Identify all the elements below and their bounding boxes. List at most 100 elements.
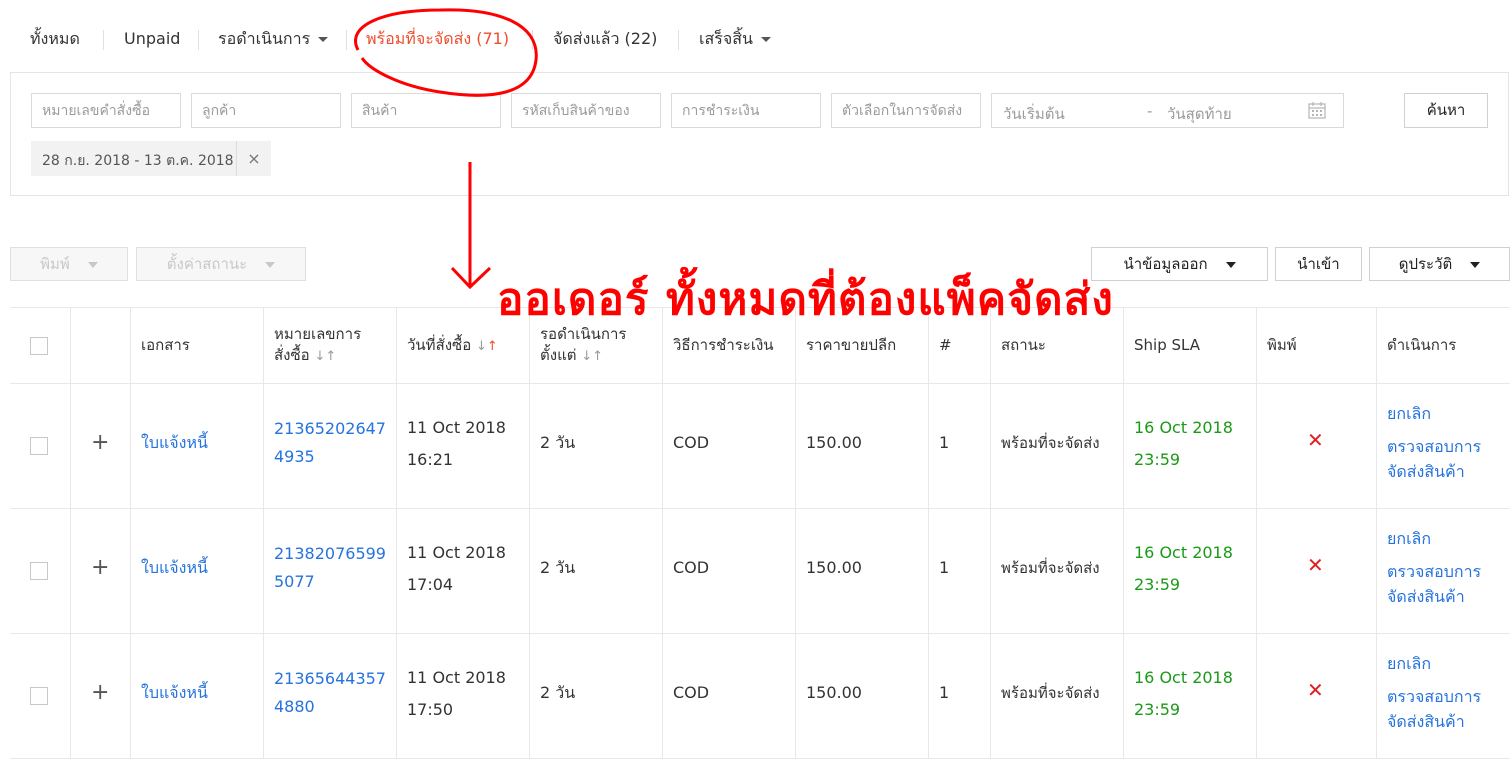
print-dropdown[interactable]: พิมพ์ — [10, 247, 128, 281]
check-shipping-link-cont[interactable]: จัดส่งสินค้า — [1387, 459, 1465, 485]
plus-icon[interactable]: + — [91, 680, 109, 705]
product-input[interactable] — [351, 93, 501, 128]
status-text: พร้อมที่จะจัดส่ง — [1001, 434, 1100, 452]
date-end-placeholder: วันสุดท้าย — [1167, 105, 1232, 123]
header-document: เอกสาร — [141, 336, 190, 354]
payment-method: COD — [673, 683, 710, 702]
shipping-option-input[interactable] — [831, 93, 981, 128]
row-print-cell: ✕ — [1257, 508, 1377, 633]
order-number-input[interactable] — [31, 93, 181, 128]
row-checkbox[interactable] — [30, 562, 48, 580]
row-document-cell: ใบแจ้งหนี้ — [131, 383, 264, 508]
row-checkbox[interactable] — [30, 687, 48, 705]
row-print-cell: ✕ — [1257, 633, 1377, 758]
header-select-cell — [10, 308, 71, 383]
tab-divider — [532, 30, 533, 50]
customer-input[interactable] — [191, 93, 341, 128]
calendar-icon[interactable] — [1308, 102, 1326, 119]
tab-unpaid[interactable]: Unpaid — [124, 26, 180, 52]
header-sla-cell: Ship SLA — [1124, 308, 1257, 383]
caret-down-icon — [87, 261, 98, 268]
check-shipping-link-cont[interactable]: จัดส่งสินค้า — [1387, 709, 1465, 735]
header-ship-sla: Ship SLA — [1134, 336, 1200, 354]
sort-icon[interactable]: ↓↑ — [314, 349, 336, 364]
row-checkbox[interactable] — [30, 437, 48, 455]
header-order-no-cell[interactable]: หมายเลขการ สั่งซื้อ ↓↑ — [264, 308, 397, 383]
history-dropdown[interactable]: ดูประวัติ — [1369, 247, 1510, 281]
check-shipping-link[interactable]: ตรวจสอบการ — [1387, 684, 1481, 710]
row-select-cell — [10, 383, 71, 508]
plus-icon[interactable]: + — [91, 555, 109, 580]
tab-ready-to-ship[interactable]: พร้อมที่จะจัดส่ง (71) — [366, 26, 509, 52]
tab-completed[interactable]: เสร็จสิ้น — [699, 26, 771, 52]
row-pending-cell: 2 วัน — [530, 383, 663, 508]
row-price-cell: 150.00 — [796, 508, 929, 633]
cross-icon[interactable]: ✕ — [1307, 678, 1324, 702]
export-dropdown[interactable]: นำข้อมูลออก — [1091, 247, 1268, 281]
cross-icon[interactable]: ✕ — [1307, 428, 1324, 452]
close-icon[interactable]: × — [236, 141, 271, 176]
tab-unpaid-label: Unpaid — [124, 29, 181, 48]
order-number-link-cont[interactable]: 4880 — [274, 693, 315, 721]
row-document-cell: ใบแจ้งหนี้ — [131, 508, 264, 633]
cancel-link[interactable]: ยกเลิก — [1387, 400, 1431, 428]
tab-divider — [198, 30, 199, 50]
payment-method: COD — [673, 433, 710, 452]
row-sla-cell: 16 Oct 2018 23:59 — [1124, 383, 1257, 508]
order-number-link[interactable]: 21382076599 — [274, 540, 386, 568]
sku-input[interactable] — [511, 93, 661, 128]
header-pending-line2-wrap: ตั้งแต่ ↓↑ — [540, 345, 603, 367]
search-button[interactable]: ค้นหา — [1404, 93, 1488, 128]
payment-input[interactable] — [671, 93, 821, 128]
row-action-cell: ยกเลิก ตรวจสอบการ จัดส่งสินค้า — [1377, 633, 1510, 758]
row-order-date-cell: 11 Oct 2018 17:50 — [397, 633, 530, 758]
annotation-text: ออเดอร์ ทั้งหมดที่ต้องแพ็คจัดส่ง — [497, 274, 1114, 325]
history-label: ดูประวัติ — [1398, 255, 1453, 273]
tab-all[interactable]: ทั้งหมด — [30, 26, 80, 52]
row-print-cell: ✕ — [1257, 383, 1377, 508]
table-row: + ใบแจ้งหนี้ 21365202647 4935 11 Oct 201… — [10, 383, 1510, 509]
header-expand-cell — [71, 308, 131, 383]
row-qty-cell: 1 — [929, 633, 991, 758]
sort-icon[interactable]: ↓↑ — [581, 349, 603, 364]
caret-down-icon — [265, 261, 276, 268]
invoice-link[interactable]: ใบแจ้งหนี้ — [141, 677, 208, 709]
row-document-cell: ใบแจ้งหนี้ — [131, 633, 264, 758]
header-status: สถานะ — [1001, 336, 1046, 354]
invoice-link[interactable]: ใบแจ้งหนี้ — [141, 552, 208, 584]
order-number-link[interactable]: 21365644357 — [274, 665, 386, 693]
quantity: 1 — [939, 433, 950, 452]
date-range-picker[interactable]: วันเริ่มต้น - วันสุดท้าย — [991, 93, 1344, 128]
order-time: 17:50 — [407, 700, 454, 719]
ship-sla-time: 23:59 — [1134, 700, 1181, 719]
tab-pending[interactable]: รอดำเนินการ — [218, 26, 329, 52]
date-separator: - — [1147, 102, 1153, 120]
tab-shipped[interactable]: จัดส่งแล้ว (22) — [553, 26, 657, 52]
cancel-link[interactable]: ยกเลิก — [1387, 650, 1431, 678]
check-shipping-link-cont[interactable]: จัดส่งสินค้า — [1387, 584, 1465, 610]
select-all-checkbox[interactable] — [30, 337, 48, 355]
row-expand-cell: + — [71, 633, 131, 758]
cancel-link[interactable]: ยกเลิก — [1387, 525, 1431, 553]
row-order-no-cell: 21365644357 4880 — [264, 633, 397, 758]
import-button[interactable]: นำเข้า — [1275, 247, 1362, 281]
tab-pending-label: รอดำเนินการ — [218, 29, 311, 48]
tab-ready-to-ship-label: พร้อมที่จะจัดส่ง (71) — [366, 29, 510, 48]
row-expand-cell: + — [71, 383, 131, 508]
row-status-cell: พร้อมที่จะจัดส่ง — [991, 633, 1124, 758]
invoice-link[interactable]: ใบแจ้งหนี้ — [141, 427, 208, 459]
order-number-link-cont[interactable]: 5077 — [274, 568, 315, 596]
check-shipping-link[interactable]: ตรวจสอบการ — [1387, 559, 1481, 585]
check-shipping-link[interactable]: ตรวจสอบการ — [1387, 434, 1481, 460]
order-time: 16:21 — [407, 450, 454, 469]
set-status-dropdown[interactable]: ตั้งค่าสถานะ — [136, 247, 306, 281]
cross-icon[interactable]: ✕ — [1307, 553, 1324, 577]
sort-icon[interactable]: ↓↑ — [476, 339, 498, 354]
status-text: พร้อมที่จะจัดส่ง — [1001, 684, 1100, 702]
plus-icon[interactable]: + — [91, 430, 109, 455]
order-number-link[interactable]: 21365202647 — [274, 415, 386, 443]
row-order-date-cell: 11 Oct 2018 17:04 — [397, 508, 530, 633]
order-number-link-cont[interactable]: 4935 — [274, 443, 315, 471]
header-payment: วิธีการชำระเงิน — [673, 336, 774, 354]
tab-shipped-label: จัดส่งแล้ว (22) — [553, 29, 658, 48]
